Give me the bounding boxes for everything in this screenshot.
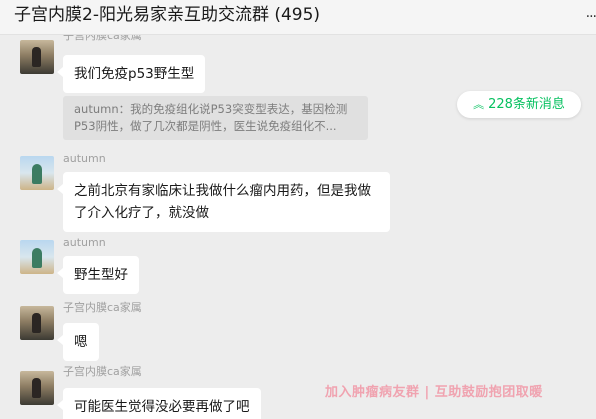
sender-name: 子宫内膜ca家属	[63, 365, 142, 378]
message-list[interactable]: 子宫内膜ca家属 我们免疫p53野生型 autumn：我的免疫组化说P53突变型…	[0, 35, 596, 419]
message-bubble[interactable]: 野生型好	[57, 256, 139, 294]
sender-name: 子宫内膜ca家属	[63, 301, 142, 314]
avatar[interactable]	[20, 240, 54, 274]
message-bubble[interactable]: 嗯	[57, 323, 99, 361]
avatar[interactable]	[20, 306, 54, 340]
group-title: 子宫内膜2-阳光易家亲互助交流群 (495)	[14, 5, 321, 25]
avatar[interactable]	[20, 156, 54, 190]
chat-header: 子宫内膜2-阳光易家亲互助交流群 (495) ···	[0, 0, 596, 35]
avatar[interactable]	[20, 371, 54, 405]
sender-name: autumn	[63, 152, 106, 165]
more-dots-icon[interactable]: ···	[586, 9, 596, 25]
quoted-message[interactable]: autumn：我的免疫组化说P53突变型表达，基因检测P53阴性，做了几次都是阴…	[63, 96, 368, 140]
message-bubble[interactable]: 可能医生觉得没必要再做了吧	[57, 388, 261, 419]
new-messages-label: 228条新消息	[488, 97, 565, 112]
sender-name: 子宫内膜ca家属	[63, 35, 142, 42]
watermark: 加入肿瘤病友群 | 互助鼓励抱团取暖	[325, 385, 543, 400]
message-bubble[interactable]: 我们免疫p53野生型	[56, 55, 206, 93]
sender-name: autumn	[63, 236, 106, 249]
chevron-up-icon: ︽	[473, 98, 485, 111]
avatar[interactable]	[20, 40, 54, 74]
message-bubble[interactable]: 之前北京有家临床让我做什么瘤内用药，但是我做了介入化疗了，就没做	[57, 172, 390, 232]
new-messages-button[interactable]: ︽ 228条新消息	[457, 91, 581, 118]
